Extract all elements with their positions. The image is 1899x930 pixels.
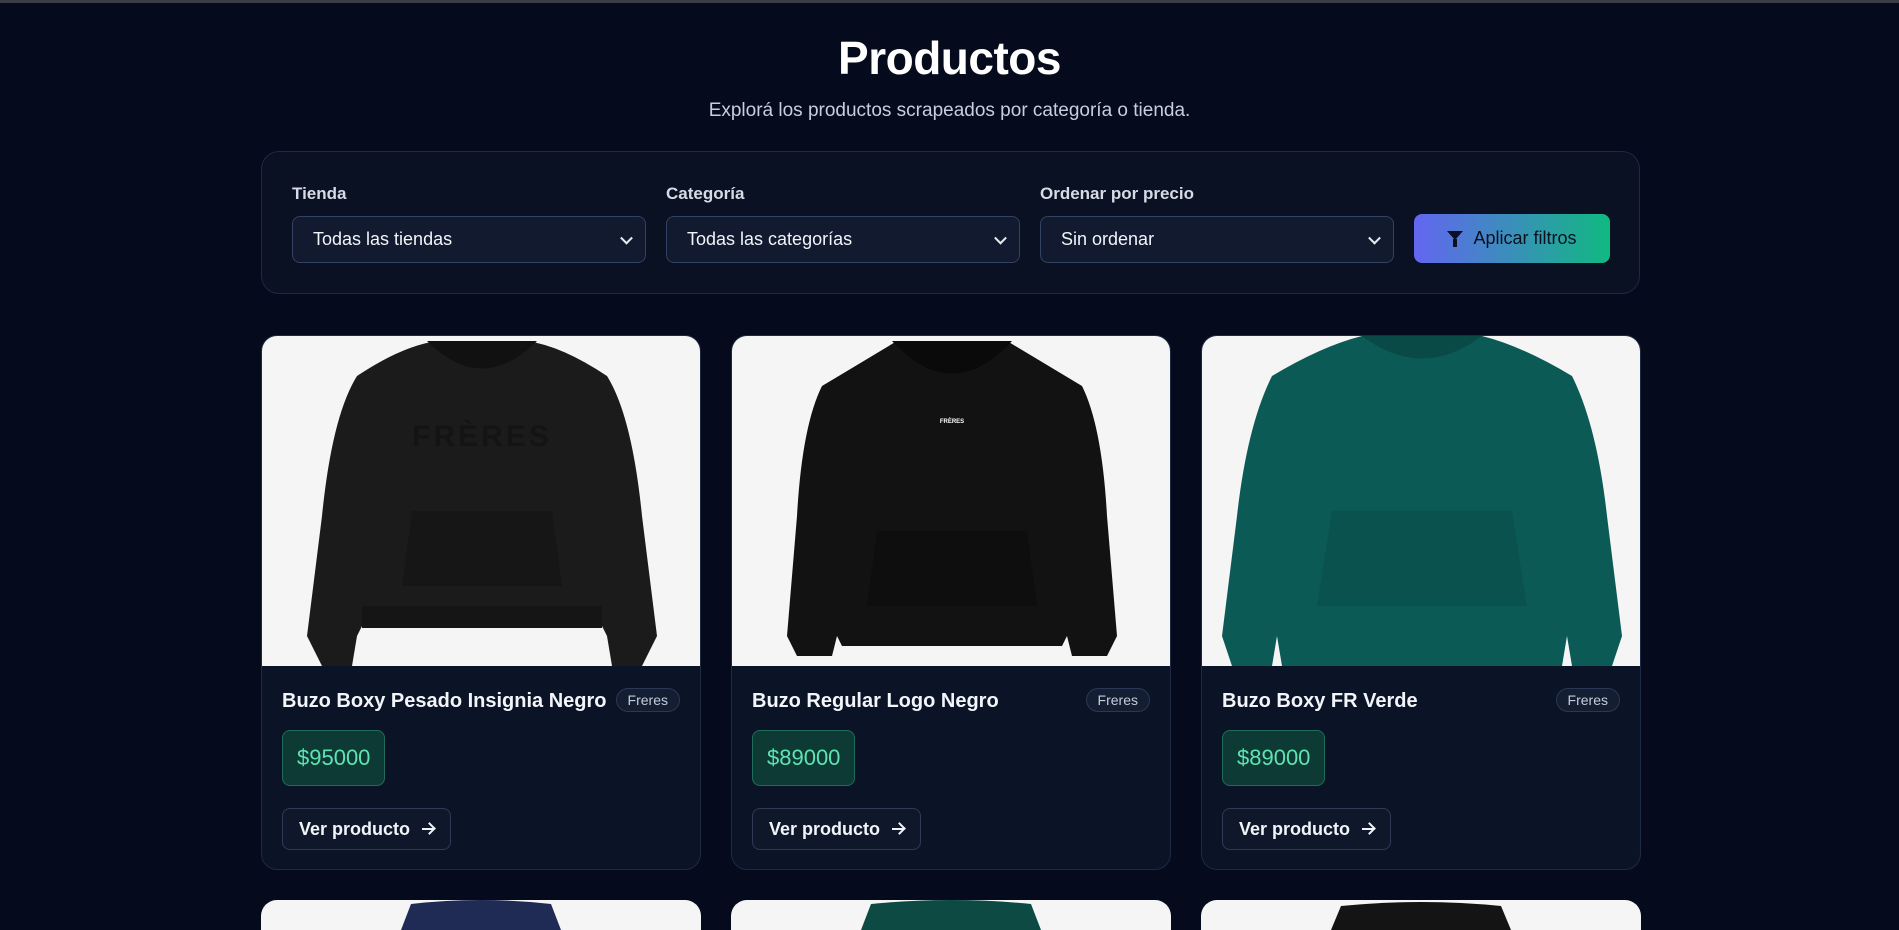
store-filter-label: Tienda [292, 184, 347, 203]
funnel-icon [1447, 231, 1464, 247]
sort-filter: Ordenar por precio Sin ordenar [1040, 184, 1394, 263]
category-filter-label: Categoría [666, 184, 745, 203]
arrow-right-icon [1362, 828, 1375, 830]
svg-text:FRÈRES: FRÈRES [940, 417, 964, 425]
product-price: $95000 [282, 730, 386, 786]
store-badge: Freres [1555, 688, 1620, 712]
chevron-down-icon [994, 231, 1007, 245]
arrow-right-icon [892, 828, 905, 830]
store-badge: Freres [1085, 688, 1150, 712]
store-filter: Tienda Todas las tiendas [292, 184, 646, 263]
product-card: FRÈRES Buzo Regular Logo Negro Freres $8… [731, 335, 1171, 870]
product-card: FRÈRES Buzo Boxy Pesado Insignia Negro F… [261, 335, 701, 870]
view-product-label: Ver producto [299, 818, 411, 839]
category-filter: Categoría Todas las categorías [666, 184, 1020, 263]
apply-filters-button[interactable]: Aplicar filtros [1414, 214, 1610, 263]
sweatshirt-image [1222, 336, 1622, 666]
page-subtitle: Explorá los productos scrapeados por cat… [708, 100, 1191, 121]
chevron-down-icon [620, 231, 633, 245]
page-title: Productos [838, 32, 1061, 84]
apply-filters-label: Aplicar filtros [1473, 228, 1577, 248]
product-card-peek[interactable] [261, 900, 701, 930]
hoodie-image [861, 900, 1041, 930]
filters-panel: Tienda Todas las tiendas Categoría Todas… [261, 151, 1640, 294]
category-select[interactable]: Todas las categorías [666, 216, 1020, 263]
view-product-label: Ver producto [769, 818, 881, 839]
sort-select[interactable]: Sin ordenar [1040, 216, 1394, 263]
window-top-border [0, 0, 1899, 3]
product-title: Buzo Regular Logo Negro [752, 690, 999, 712]
category-select-value: Todas las categorías [687, 229, 853, 249]
page-header: Productos Explorá los productos scrapead… [0, 30, 1899, 122]
hoodie-image [1331, 902, 1511, 930]
store-badge: Freres [615, 688, 680, 712]
svg-text:FRÈRES: FRÈRES [412, 419, 552, 453]
product-card-peek[interactable] [1201, 900, 1641, 930]
hoodie-image: FRÈRES [787, 341, 1117, 656]
product-price: $89000 [752, 730, 856, 786]
product-image[interactable]: FRÈRES [732, 336, 1170, 666]
hoodie-image: FRÈRES [307, 341, 657, 666]
product-title: Buzo Boxy Pesado Insignia Negro [282, 690, 607, 712]
view-product-label: Ver producto [1239, 818, 1351, 839]
arrow-right-icon [422, 828, 435, 830]
sort-filter-label: Ordenar por precio [1040, 184, 1194, 203]
view-product-button[interactable]: Ver producto [282, 808, 452, 850]
product-title: Buzo Boxy FR Verde [1222, 690, 1418, 712]
hoodie-image [401, 900, 561, 930]
view-product-button[interactable]: Ver producto [752, 808, 922, 850]
product-image[interactable]: FRÈRES [262, 336, 700, 666]
product-image[interactable] [1202, 336, 1640, 666]
view-product-button[interactable]: Ver producto [1222, 808, 1392, 850]
store-select-value: Todas las tiendas [313, 229, 453, 249]
sort-select-value: Sin ordenar [1061, 229, 1155, 249]
product-price: $89000 [1222, 730, 1326, 786]
store-select[interactable]: Todas las tiendas [292, 216, 646, 263]
chevron-down-icon [1368, 231, 1381, 245]
product-card-peek[interactable] [731, 900, 1171, 930]
product-card: Buzo Boxy FR Verde Freres $89000 Ver pro… [1201, 335, 1641, 870]
